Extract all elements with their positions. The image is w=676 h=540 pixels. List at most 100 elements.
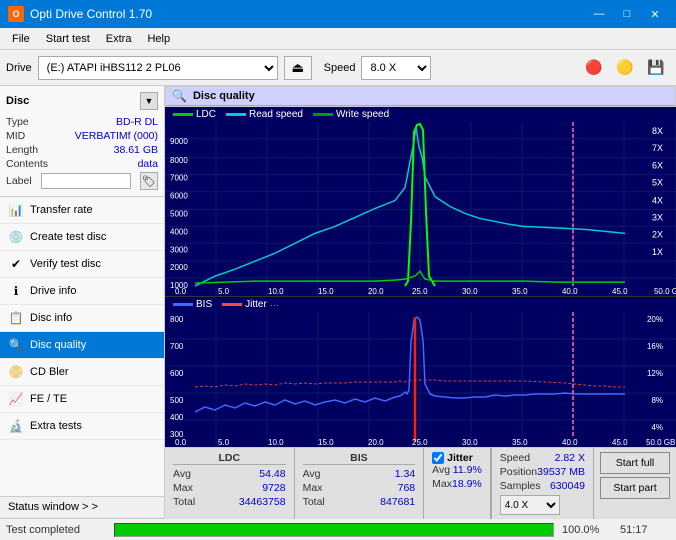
read-speed-color <box>226 113 246 116</box>
svg-text:40.0: 40.0 <box>562 438 578 447</box>
disc-label-icon[interactable]: 🏷 <box>140 172 158 190</box>
svg-text:0.0: 0.0 <box>175 287 187 296</box>
jitter-legend: Jitter ··· <box>222 299 279 310</box>
status-window-item[interactable]: Status window > > <box>0 497 164 518</box>
disc-type-value: BD-R DL <box>116 116 158 128</box>
nav-verify-test-disc[interactable]: ✔ Verify test disc <box>0 251 164 278</box>
maximize-button[interactable]: □ <box>614 5 640 23</box>
disc-quality-header: 🔍 Disc quality <box>166 87 675 106</box>
svg-text:5.0: 5.0 <box>218 438 230 447</box>
drive-label: Drive <box>6 62 32 74</box>
cd-bler-icon: 📀 <box>8 364 24 380</box>
jitter-avg-label: Avg <box>432 464 450 476</box>
nav-disc-quality-label: Disc quality <box>30 339 86 351</box>
toolbar-disc-icon[interactable]: 🟡 <box>611 54 639 82</box>
bis-col-header: BIS <box>303 452 416 465</box>
jitter-col-header-label: Jitter <box>447 452 473 464</box>
svg-text:4000: 4000 <box>170 227 188 236</box>
svg-text:25.0: 25.0 <box>412 438 428 447</box>
upper-chart: 8X 7X 6X 5X 4X 3X 2X 1X 1000 2000 3000 4… <box>165 122 676 297</box>
minimize-button[interactable]: — <box>586 5 612 23</box>
bis-total-row: Total 847681 <box>303 496 416 508</box>
eject-button[interactable]: ⏏ <box>284 56 312 80</box>
bis-max-label: Max <box>303 482 323 494</box>
toolbar-save-icon[interactable]: 💾 <box>642 54 670 82</box>
bis-legend-label: BIS <box>196 299 212 310</box>
verify-test-disc-icon: ✔ <box>8 256 24 272</box>
ldc-avg-value: 54.48 <box>259 468 285 480</box>
speed-select[interactable]: 8.0 X <box>361 56 431 80</box>
disc-header: Disc ▼ <box>6 92 158 110</box>
close-button[interactable]: ✕ <box>642 5 668 23</box>
svg-text:45.0: 45.0 <box>612 287 628 296</box>
svg-text:30.0: 30.0 <box>462 287 478 296</box>
nav-drive-info[interactable]: ℹ Drive info <box>0 278 164 305</box>
ldc-avg-label: Avg <box>173 468 191 480</box>
drive-select[interactable]: (E:) ATAPI iHBS112 2 PL06 <box>38 56 278 80</box>
nav-drive-info-label: Drive info <box>30 285 76 297</box>
ldc-stats-col: LDC Avg 54.48 Max 9728 Total 34463758 <box>165 448 294 519</box>
read-speed-legend-label: Read speed <box>249 109 303 120</box>
svg-text:7000: 7000 <box>170 174 188 183</box>
svg-text:8X: 8X <box>652 126 663 136</box>
svg-text:35.0: 35.0 <box>512 438 528 447</box>
svg-text:800: 800 <box>170 315 184 324</box>
nav-extra-tests[interactable]: 🔬 Extra tests <box>0 413 164 440</box>
jitter-legend-label: Jitter <box>245 299 267 310</box>
nav-fe-te-label: FE / TE <box>30 393 67 405</box>
menu-start-test[interactable]: Start test <box>38 31 98 47</box>
speed-col-header-label: Speed <box>500 452 530 464</box>
svg-text:0.0: 0.0 <box>175 438 187 447</box>
bis-total-value: 847681 <box>380 496 415 508</box>
disc-mid-label: MID <box>6 130 25 142</box>
svg-text:50.0 GB: 50.0 GB <box>654 287 676 296</box>
ldc-max-label: Max <box>173 482 193 494</box>
toolbar-scan-icon[interactable]: 🔴 <box>580 54 608 82</box>
nav-transfer-rate[interactable]: 📊 Transfer rate <box>0 197 164 224</box>
speed-stats-col: Speed 2.82 X Position 39537 MB Samples 6… <box>491 448 593 519</box>
start-buttons: Start full Start part <box>593 448 676 519</box>
menu-file[interactable]: File <box>4 31 38 47</box>
disc-contents-row: Contents data <box>6 158 158 170</box>
position-value: 39537 MB <box>537 466 585 478</box>
jitter-max-label: Max <box>432 478 452 490</box>
svg-text:35.0: 35.0 <box>512 287 528 296</box>
menu-help[interactable]: Help <box>139 31 178 47</box>
create-test-disc-icon: 💿 <box>8 229 24 245</box>
speed-select-small[interactable]: 4.0 X <box>500 495 560 515</box>
jitter-checkbox[interactable] <box>432 452 444 464</box>
disc-label-input[interactable] <box>41 173 131 189</box>
ldc-max-row: Max 9728 <box>173 482 286 494</box>
disc-options-button[interactable]: ▼ <box>140 92 158 110</box>
samples-row: Samples 630049 <box>500 480 585 492</box>
menu-extra[interactable]: Extra <box>98 31 140 47</box>
app-title: Opti Drive Control 1.70 <box>30 7 152 21</box>
disc-type-label: Type <box>6 116 29 128</box>
svg-text:30.0: 30.0 <box>462 438 478 447</box>
svg-text:6000: 6000 <box>170 192 188 201</box>
disc-quality-header-icon: 🔍 <box>172 89 187 103</box>
nav-cd-bler[interactable]: 📀 CD Bler <box>0 359 164 386</box>
title-bar-left: O Opti Drive Control 1.70 <box>8 6 152 22</box>
svg-text:4%: 4% <box>651 423 663 432</box>
nav-disc-quality[interactable]: 🔍 Disc quality <box>0 332 164 359</box>
nav-create-test-disc[interactable]: 💿 Create test disc <box>0 224 164 251</box>
progress-bar-container <box>114 523 554 537</box>
nav-extra-tests-label: Extra tests <box>30 420 82 432</box>
drive-info-icon: ℹ <box>8 283 24 299</box>
nav-disc-info[interactable]: 📋 Disc info <box>0 305 164 332</box>
svg-text:3000: 3000 <box>170 245 188 254</box>
svg-text:4X: 4X <box>652 196 663 206</box>
start-full-button[interactable]: Start full <box>600 452 670 474</box>
nav-fe-te[interactable]: 📈 FE / TE <box>0 386 164 413</box>
svg-text:8000: 8000 <box>170 156 188 165</box>
title-bar-controls: — □ ✕ <box>586 5 668 23</box>
ldc-legend-label: LDC <box>196 109 216 120</box>
bis-avg-label: Avg <box>303 468 321 480</box>
svg-text:3X: 3X <box>652 212 663 222</box>
svg-text:20.0: 20.0 <box>368 438 384 447</box>
nav-cd-bler-label: CD Bler <box>30 366 69 378</box>
jitter-avg-row: Avg 11.9% <box>432 464 482 476</box>
start-part-button[interactable]: Start part <box>600 477 670 499</box>
bis-max-row: Max 768 <box>303 482 416 494</box>
